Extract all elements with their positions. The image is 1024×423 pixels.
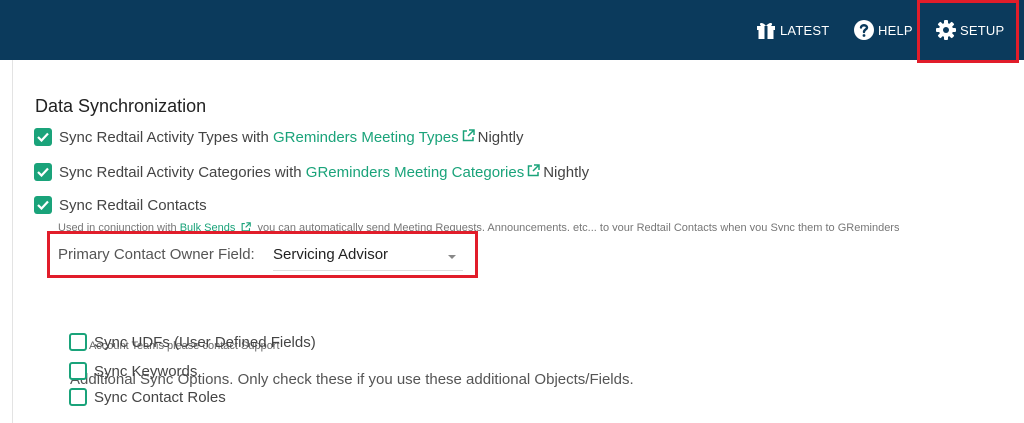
owner-field-label: Primary Contact Owner Field:: [58, 246, 255, 263]
external-link-icon: [462, 128, 475, 146]
sync-udfs-checkbox[interactable]: [69, 333, 87, 351]
sync-contact-roles-row: Sync Contact Roles: [69, 388, 226, 406]
check-icon: [37, 200, 49, 210]
owner-field-select[interactable]: Servicing Advisor: [273, 246, 463, 271]
latest-button[interactable]: LATEST: [756, 0, 829, 60]
help-circle-icon: [854, 20, 874, 40]
external-link-icon: [527, 163, 540, 181]
sync-keywords-checkbox[interactable]: [69, 362, 87, 380]
select-underline: [273, 270, 463, 271]
owner-field-value: Servicing Advisor: [273, 246, 389, 263]
top-navbar: LATEST HELP SETUP: [0, 0, 1024, 60]
latest-label: LATEST: [780, 22, 830, 38]
meeting-categories-link[interactable]: GReminders Meeting Categories: [306, 164, 524, 181]
sync-activity-categories-frequency: Nightly: [543, 163, 590, 181]
sync-activity-types-row: Sync Redtail Activity Types with GRemind…: [34, 128, 523, 146]
help-label: HELP: [878, 22, 913, 38]
bulk-sends-link[interactable]: Bulk Sends: [180, 222, 236, 231]
setup-highlight-box: [917, 0, 1019, 63]
check-icon: [37, 167, 49, 177]
sync-keywords-row: Sync Keywords: [69, 362, 197, 380]
gift-icon: [756, 21, 776, 39]
sync-contacts-row: Sync Redtail Contacts: [34, 196, 207, 214]
chevron-down-icon: [448, 255, 456, 259]
contacts-note-prefix: Used in conjunction with: [58, 222, 177, 231]
sync-udfs-row: Sync UDFs (User Defined Fields): [69, 333, 316, 351]
sync-activity-categories-checkbox[interactable]: [34, 163, 52, 181]
sync-contact-roles-checkbox[interactable]: [69, 388, 87, 406]
contacts-note-suffix: you can automatically send Meeting Reque…: [257, 222, 900, 231]
sync-activity-types-label: Sync Redtail Activity Types with: [59, 128, 269, 146]
sync-activity-types-frequency: Nightly: [477, 128, 524, 146]
sync-activity-categories-row: Sync Redtail Activity Categories with GR…: [34, 163, 589, 181]
help-button[interactable]: HELP: [854, 0, 913, 60]
sync-contact-roles-label: Sync Contact Roles: [94, 388, 226, 406]
external-link-icon: [241, 222, 252, 231]
sync-keywords-label: Sync Keywords: [94, 362, 198, 380]
meeting-types-link[interactable]: GReminders Meeting Types: [273, 129, 459, 146]
sync-activity-categories-label: Sync Redtail Activity Categories with: [59, 163, 302, 181]
sync-contacts-label: Sync Redtail Contacts: [59, 196, 207, 214]
section-title: Data Synchronization: [35, 96, 207, 116]
sync-contacts-checkbox[interactable]: [34, 196, 52, 214]
sync-udfs-label: Sync UDFs (User Defined Fields): [94, 333, 316, 351]
sync-activity-types-checkbox[interactable]: [34, 128, 52, 146]
check-icon: [37, 132, 49, 142]
